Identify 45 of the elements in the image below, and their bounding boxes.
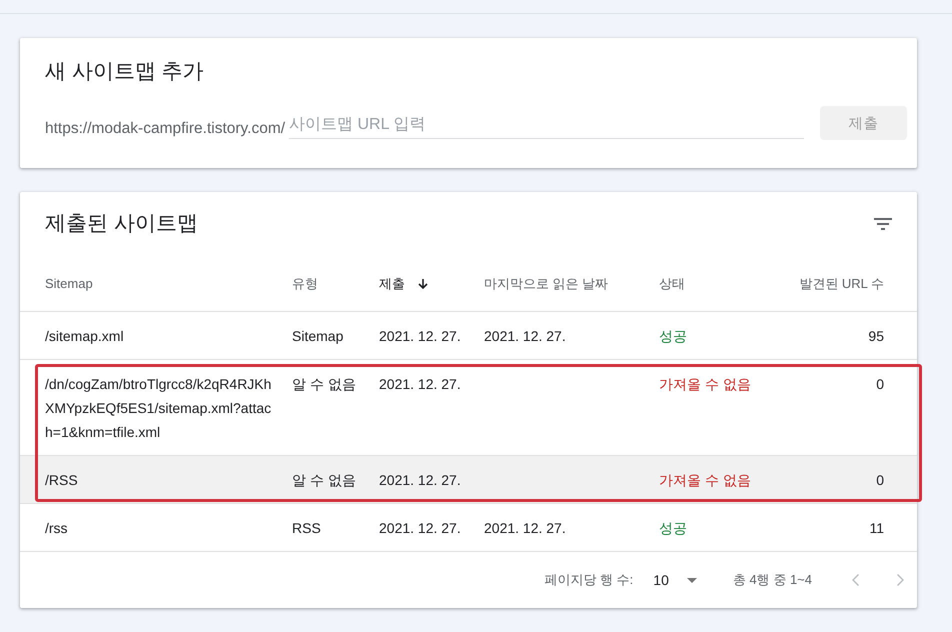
sitemap-path: /sitemap.xml [45,327,125,346]
table-row[interactable]: /dn/cogZam/btroTlgrcc8/k2qR4RJKhXMYpzkEQf5ES1/sitemap.xml?attach=1&knm=tfile.xml 알 수 없음 2021. 12. 27. 가져올 수 없음 0 [20,360,917,456]
status-text: 가져올 수 없음 [659,375,751,394]
arrow-down-icon [417,278,429,290]
table-row[interactable]: /rss RSS 2021. 12. 27. 2021. 12. 27. 성공 11 [20,504,917,552]
table-cell-text: RSS [292,519,321,538]
table-cell-text: 2021. 12. 27. [484,327,566,346]
chevron-left-icon [852,574,858,586]
table-row[interactable]: /sitemap.xml Sitemap 2021. 12. 27. 2021. 12. 27. 성공 95 [20,312,917,360]
table-cell-text: 0 [876,471,884,490]
url-prefix: https://modak-campfire.tistory.com/ [45,119,286,139]
caret-down-icon [686,578,697,582]
column-header[interactable]: 제출 [379,274,429,292]
sitemap-url-input[interactable]: 사이트맵 URL 입력 [289,113,804,139]
sitemap-path: /RSS [45,471,79,490]
status-text: 성공 [659,519,687,538]
status-text: 가져올 수 없음 [659,471,751,490]
sitemap-path: /dn/cogZam/btroTlgrcc8/k2qR4RJKhXMYpzkEQf5ES1/sitemap.xml?attach=1&knm=tfile.xml [45,375,272,442]
table-cell-text: 알 수 없음 [292,375,356,394]
card-title: 제출된 사이트맵 [45,211,198,237]
page-range-text: 총 4행 중 1~4 [732,571,812,589]
filter-icon [874,218,892,230]
sitemap-path: /rss [45,519,69,538]
chevron-right-icon [896,574,904,586]
column-header[interactable]: Sitemap [45,276,93,291]
table-cell-text: 11 [869,519,884,538]
status-text: 성공 [659,327,687,346]
table-cell-text: 95 [868,327,884,346]
filter-button[interactable] [874,218,892,230]
column-header[interactable]: 유형 [292,274,318,292]
table-row[interactable]: /RSS 알 수 없음 2021. 12. 27. 가져올 수 없음 0 [20,456,917,504]
table-cell-text: 알 수 없음 [292,471,356,490]
table-cell-text: 2021. 12. 27. [379,327,461,346]
table-cell-text: 2021. 12. 27. [484,519,566,538]
table-cell-text: 2021. 12. 27. [379,375,461,394]
rows-per-page-label: 페이지당 행 수: [544,571,634,589]
table-cell-text: 2021. 12. 27. [379,519,461,538]
rows-per-page-select[interactable]: 10 [653,572,697,588]
card-title: 새 사이트맵 추가 [45,59,205,85]
table-cell-text: Sitemap [292,327,344,346]
column-header[interactable]: 마지막으로 읽은 날짜 [484,274,608,292]
column-header[interactable]: 발견된 URL 수 [799,274,884,292]
table-cell-text: 0 [876,375,884,394]
table-cell-text: 2021. 12. 27. [379,471,461,490]
column-header[interactable]: 상태 [659,274,685,292]
